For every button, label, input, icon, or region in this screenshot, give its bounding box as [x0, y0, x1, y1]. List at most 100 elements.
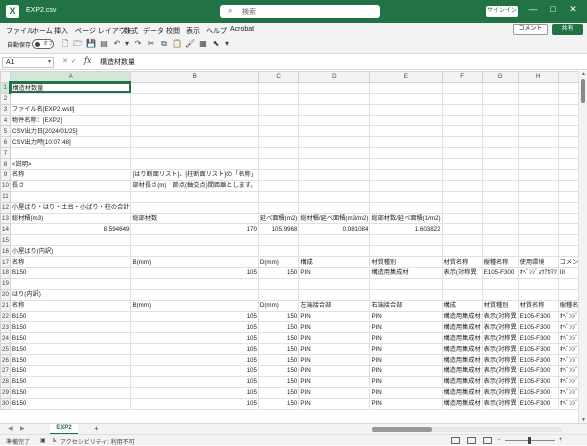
- cell-h24[interactable]: E105-F300: [518, 333, 558, 344]
- cell-b5[interactable]: [131, 126, 258, 137]
- cell-e5[interactable]: [370, 126, 442, 137]
- cell-g17[interactable]: 樹種名称: [482, 257, 518, 268]
- cell-d18[interactable]: PIN: [299, 268, 370, 279]
- cell-a6[interactable]: CSV出力時[10:07:48]: [10, 137, 131, 148]
- cell-h9[interactable]: [518, 170, 558, 181]
- cell-d27[interactable]: PIN: [299, 366, 370, 377]
- row-header[interactable]: 22: [1, 311, 11, 322]
- cell-b14[interactable]: 170: [131, 224, 258, 235]
- cell-h17[interactable]: 使用環境: [518, 257, 558, 268]
- cell-a22[interactable]: B150: [10, 311, 131, 322]
- cell-e15[interactable]: [370, 235, 442, 246]
- scroll-up-icon[interactable]: ▲: [579, 71, 587, 77]
- cell-a24[interactable]: B150: [10, 333, 131, 344]
- cell-c11[interactable]: [258, 191, 298, 202]
- cell-c21[interactable]: D(mm): [258, 300, 298, 311]
- cell-e28[interactable]: PIN: [370, 376, 442, 387]
- next-sheet-icon[interactable]: ▶: [20, 425, 25, 432]
- cell-d15[interactable]: [299, 235, 370, 246]
- minimize-button[interactable]: —: [526, 4, 540, 14]
- row-header[interactable]: 4: [1, 115, 11, 126]
- cell-c20[interactable]: [258, 289, 298, 300]
- cell-d9[interactable]: [299, 170, 370, 181]
- row-header[interactable]: 2: [1, 93, 11, 104]
- cell-a1[interactable]: 構造材数量: [10, 82, 131, 93]
- cell-g19[interactable]: [482, 278, 518, 289]
- cell-c9[interactable]: [258, 170, 298, 181]
- cell-h30[interactable]: E105-F300: [518, 398, 558, 409]
- horizontal-scrollbar[interactable]: [372, 427, 562, 432]
- cell-g15[interactable]: [482, 235, 518, 246]
- cell-d21[interactable]: 左端接合部: [299, 300, 370, 311]
- cell-g11[interactable]: [482, 191, 518, 202]
- cell-c15[interactable]: [258, 235, 298, 246]
- cell-g18[interactable]: E105-F300: [482, 268, 518, 279]
- save-icon[interactable]: 💾: [86, 39, 96, 49]
- cell-c30[interactable]: 150: [258, 398, 298, 409]
- row-header[interactable]: 28: [1, 376, 11, 387]
- cell-f5[interactable]: [442, 126, 482, 137]
- cell-c6[interactable]: [258, 137, 298, 148]
- copy-icon[interactable]: ⧉: [159, 39, 169, 49]
- share-button[interactable]: 共有: [552, 24, 583, 35]
- cell-f30[interactable]: 構造用集成材: [442, 398, 482, 409]
- row-header[interactable]: 14: [1, 224, 11, 235]
- autosave-toggle[interactable]: オフ: [32, 39, 54, 49]
- cell-d22[interactable]: PIN: [299, 311, 370, 322]
- column-header-e[interactable]: E: [370, 72, 442, 83]
- cell-g26[interactable]: 表示(対称異: [482, 355, 518, 366]
- cell-g2[interactable]: [482, 93, 518, 104]
- page-layout-view-icon[interactable]: [467, 437, 476, 444]
- cell-h13[interactable]: [518, 213, 558, 224]
- cell-d26[interactable]: PIN: [299, 355, 370, 366]
- page-break-view-icon[interactable]: [483, 437, 492, 444]
- row-header[interactable]: 27: [1, 366, 11, 377]
- chevron-down-icon[interactable]: ▾: [48, 58, 51, 67]
- cell-h14[interactable]: [518, 224, 558, 235]
- cell-d7[interactable]: [299, 148, 370, 159]
- cell-e6[interactable]: [370, 137, 442, 148]
- cell-c25[interactable]: 150: [258, 344, 298, 355]
- cell-g7[interactable]: [482, 148, 518, 159]
- new-file-icon[interactable]: 🗋: [60, 39, 70, 49]
- cell-b26[interactable]: 105: [131, 355, 258, 366]
- cell-e24[interactable]: PIN: [370, 333, 442, 344]
- cell-f3[interactable]: [442, 104, 482, 115]
- vertical-scrollbar[interactable]: ▲ ▼: [578, 71, 587, 423]
- prev-sheet-icon[interactable]: ◀: [8, 425, 13, 432]
- row-header[interactable]: 30: [1, 398, 11, 409]
- cell-a3[interactable]: ファイル名[EXP2.wstl]: [10, 104, 131, 115]
- row-header[interactable]: 5: [1, 126, 11, 137]
- normal-view-icon[interactable]: [451, 437, 460, 444]
- cell-a19[interactable]: [10, 278, 131, 289]
- cell-d14[interactable]: 0.081084: [299, 224, 370, 235]
- cell-e17[interactable]: 材質種別: [370, 257, 442, 268]
- cell-e10[interactable]: [370, 180, 442, 191]
- cell-a18[interactable]: B150: [10, 268, 131, 279]
- cell-a27[interactable]: B150: [10, 366, 131, 377]
- cell-h12[interactable]: [518, 202, 558, 213]
- spreadsheet-grid[interactable]: ABCDEFGHIJKLMNOPQ 1構造材数量23ファイル名[EXP2.wst…: [0, 71, 587, 423]
- undo-icon[interactable]: ↶: [112, 39, 122, 49]
- cell-h7[interactable]: [518, 148, 558, 159]
- row-header[interactable]: 13: [1, 213, 11, 224]
- cell-g20[interactable]: [482, 289, 518, 300]
- cell-h15[interactable]: [518, 235, 558, 246]
- cell-a9[interactable]: 名称: [10, 170, 131, 181]
- cell-d1[interactable]: [299, 82, 370, 93]
- cell-e9[interactable]: [370, 170, 442, 181]
- column-header-g[interactable]: G: [482, 72, 518, 83]
- row-header[interactable]: 11: [1, 191, 11, 202]
- cell-a28[interactable]: B150: [10, 376, 131, 387]
- cell-f19[interactable]: [442, 278, 482, 289]
- row-header[interactable]: 6: [1, 137, 11, 148]
- row-header[interactable]: 20: [1, 289, 11, 300]
- cell-g3[interactable]: [482, 104, 518, 115]
- cell-a16[interactable]: 小屋ばり(内訳): [10, 246, 131, 257]
- cell-g8[interactable]: [482, 159, 518, 170]
- cell-g27[interactable]: 表示(対称異: [482, 366, 518, 377]
- cell-h26[interactable]: E105-F300: [518, 355, 558, 366]
- paste-icon[interactable]: 📋: [172, 39, 182, 49]
- cell-d13[interactable]: 総材積/延べ面積(m3/m2): [299, 213, 370, 224]
- cell-g5[interactable]: [482, 126, 518, 137]
